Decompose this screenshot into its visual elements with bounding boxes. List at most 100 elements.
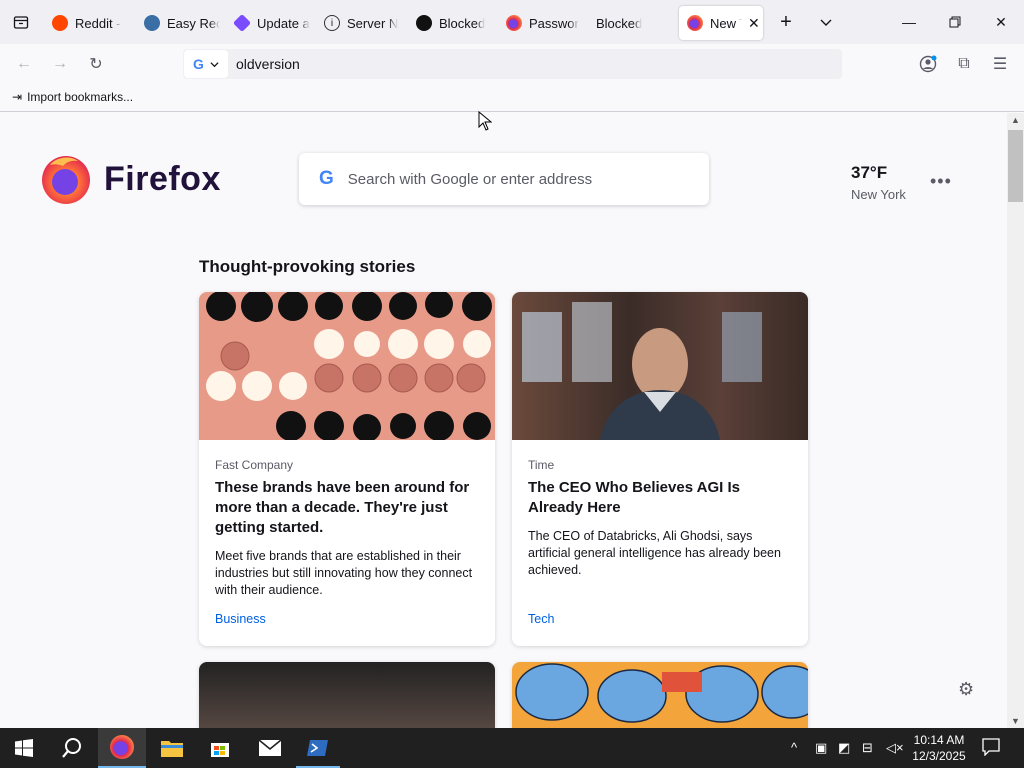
camera-icon: ▣ xyxy=(815,740,828,755)
system-clock[interactable]: 10:14 AM 12/3/2025 xyxy=(906,732,972,764)
chevron-up-icon: ^ xyxy=(791,740,798,755)
scrollbar[interactable]: ▲ ▼ xyxy=(1007,113,1024,728)
taskbar-store[interactable] xyxy=(196,728,244,768)
tab-label: Blocked xyxy=(439,15,486,31)
story-card[interactable]: Time The CEO Who Believes AGI Is Already… xyxy=(512,292,808,646)
taskbar-mail[interactable] xyxy=(246,728,294,768)
newtab-search-box[interactable]: G Search with Google or enter address xyxy=(299,153,709,205)
taskbar-file-explorer[interactable] xyxy=(148,728,196,768)
tab-new-tab[interactable]: New T ✕ xyxy=(679,6,763,40)
account-button[interactable] xyxy=(915,52,941,76)
forward-button[interactable]: → xyxy=(47,52,73,76)
list-all-tabs-button[interactable] xyxy=(0,0,42,44)
terminal-icon xyxy=(307,740,328,756)
search-engine-button[interactable]: G xyxy=(184,50,228,78)
taskbar-powershell[interactable] xyxy=(294,728,342,768)
weather-city: New York xyxy=(851,187,906,202)
shield-icon: ◩ xyxy=(838,740,851,755)
scroll-up-icon[interactable]: ▲ xyxy=(1011,115,1020,125)
notifications-button[interactable] xyxy=(982,738,1000,759)
story-image xyxy=(199,292,495,440)
mail-icon xyxy=(258,739,282,756)
network-icon: ⊟ xyxy=(862,740,873,755)
back-button[interactable]: ← xyxy=(11,52,37,76)
tab-label: Server N xyxy=(347,15,399,31)
clock-time: 10:14 AM xyxy=(913,733,965,747)
customize-button[interactable]: ⚙ xyxy=(958,679,974,700)
firefox-icon xyxy=(687,15,703,31)
tab-blocked[interactable]: Blocked xyxy=(596,6,672,40)
minimize-button[interactable]: — xyxy=(886,0,932,44)
story-image-graphic xyxy=(515,663,808,723)
clock-date: 12/3/2025 xyxy=(912,749,966,763)
chevron-down-icon xyxy=(820,19,832,26)
scroll-down-icon[interactable]: ▼ xyxy=(1011,716,1020,726)
restore-icon xyxy=(949,16,961,28)
more-icon: ••• xyxy=(930,171,952,191)
reddit-icon xyxy=(52,15,68,31)
chevron-down-icon xyxy=(210,61,219,67)
story-title[interactable]: These brands have been around for more t… xyxy=(215,478,479,538)
url-bar[interactable]: G xyxy=(183,49,842,79)
scrollbar-thumb[interactable] xyxy=(1008,130,1023,202)
import-bookmarks-button[interactable]: ⇥ Import bookmarks... xyxy=(12,90,133,104)
github-icon xyxy=(416,15,432,31)
tray-meet-now[interactable]: ▣ xyxy=(815,740,827,756)
tab-strip: Reddit - Easy Rec Update a i Server N Bl… xyxy=(0,0,1024,44)
firefox-icon xyxy=(110,735,134,759)
tray-network[interactable]: ⊟ xyxy=(862,740,873,756)
story-category: Business xyxy=(215,612,266,626)
import-icon: ⇥ xyxy=(12,90,23,104)
tab-label: Update a xyxy=(257,15,310,31)
minimize-icon: — xyxy=(902,14,916,30)
tab-password[interactable]: Passwor xyxy=(506,6,582,40)
hamburger-icon: ☰ xyxy=(992,56,1008,73)
firefox-logo: Firefox xyxy=(40,153,221,205)
story-description: The CEO of Databricks, Ali Ghodsi, says … xyxy=(528,529,781,577)
reload-button[interactable]: ↻ xyxy=(83,52,109,76)
tab-blocked-github[interactable]: Blocked xyxy=(416,6,496,40)
story-image xyxy=(512,292,808,440)
tab-server[interactable]: i Server N xyxy=(324,6,400,40)
google-icon: G xyxy=(193,56,204,72)
story-card[interactable]: Fast Company These brands have been arou… xyxy=(199,292,495,646)
import-bookmarks-label: Import bookmarks... xyxy=(27,90,134,104)
tab-reddit[interactable]: Reddit - xyxy=(52,6,128,40)
taskbar-firefox[interactable] xyxy=(98,728,146,768)
store-icon xyxy=(211,743,229,757)
tray-security[interactable]: ◩ xyxy=(838,740,850,756)
show-hidden-icons-button[interactable]: ^ xyxy=(791,740,797,755)
search-button[interactable] xyxy=(48,728,96,768)
tray-volume[interactable]: ◁× xyxy=(886,740,904,756)
site-icon xyxy=(144,15,160,31)
story-image xyxy=(199,662,495,728)
close-window-button[interactable]: ✕ xyxy=(978,0,1024,44)
restore-button[interactable] xyxy=(932,0,978,44)
start-button[interactable] xyxy=(0,728,48,768)
story-card[interactable] xyxy=(199,662,495,728)
url-input[interactable] xyxy=(236,56,796,72)
weather-widget[interactable]: 37°F New York xyxy=(851,163,906,202)
account-icon xyxy=(919,55,937,73)
volume-muted-icon: ◁× xyxy=(886,740,904,755)
gear-icon: ⚙ xyxy=(958,679,975,699)
tab-list-button[interactable] xyxy=(803,0,849,44)
new-tab-page: Firefox G Search with Google or enter ad… xyxy=(0,113,1007,728)
tab-update[interactable]: Update a xyxy=(234,6,310,40)
close-icon: ✕ xyxy=(995,13,1007,30)
firefox-logo-icon xyxy=(42,156,90,204)
bookmarks-toolbar: ⇥ Import bookmarks... xyxy=(0,84,1024,112)
reload-icon: ↻ xyxy=(89,56,103,73)
close-tab-icon[interactable]: ✕ xyxy=(748,15,760,32)
mouse-cursor-icon xyxy=(478,110,493,136)
tab-label: New T xyxy=(710,15,742,31)
weather-menu-button[interactable]: ••• xyxy=(930,171,952,192)
story-image xyxy=(512,662,808,728)
story-card[interactable] xyxy=(512,662,808,728)
menu-button[interactable]: ☰ xyxy=(987,52,1013,76)
extensions-button[interactable]: ⧉ xyxy=(951,52,977,76)
story-title[interactable]: The CEO Who Believes AGI Is Already Here xyxy=(528,478,792,518)
story-image-graphic xyxy=(522,302,762,440)
tab-easy-rec[interactable]: Easy Rec xyxy=(144,6,220,40)
site-icon xyxy=(234,13,252,33)
